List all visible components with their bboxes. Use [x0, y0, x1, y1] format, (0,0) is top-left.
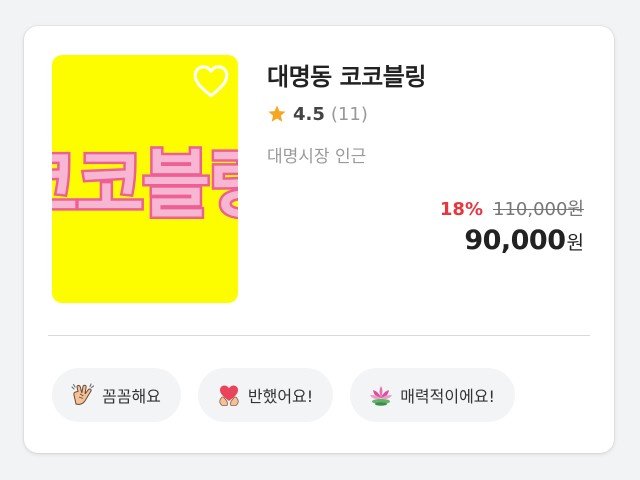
divider — [48, 335, 590, 336]
final-price-unit: 원 — [566, 232, 584, 254]
review-tags: 꼼꼼해요 반했어요! 매력적이에요! — [52, 368, 515, 422]
tag-label: 매력적이에요! — [400, 387, 495, 406]
final-price-value: 90,000 — [464, 225, 566, 256]
review-count: (11) — [330, 103, 368, 125]
star-icon — [268, 105, 286, 122]
tag-love[interactable]: 반했어요! — [197, 368, 334, 422]
location-text: 대명시장 인근 — [267, 147, 367, 167]
price-original-row: 18% 110,000원 — [440, 195, 584, 221]
thumbnail-logo-text: 코코블링 — [52, 142, 238, 228]
rating-value: 4.5 — [293, 103, 325, 125]
favorite-button[interactable] — [192, 64, 230, 98]
tag-label: 꼼꼼해요 — [102, 387, 161, 406]
tag-attractive[interactable]: 매력적이에요! — [350, 368, 515, 422]
product-title[interactable]: 대명동 코코블링 — [267, 57, 426, 92]
heart-hands-icon — [219, 385, 239, 406]
heart-outline-icon — [193, 65, 229, 98]
tag-label: 반했어요! — [247, 387, 314, 406]
rating-row: 4.5 (11) — [267, 102, 368, 126]
lotus-flower-icon — [370, 386, 393, 406]
discount-rate: 18% — [439, 199, 483, 220]
tag-thorough[interactable]: 꼼꼼해요 — [52, 368, 181, 422]
clapping-hands-icon — [71, 383, 95, 406]
original-price: 110,000원 — [493, 199, 584, 220]
product-card[interactable]: 코코블링 대명동 코코블링 4.5 (11) 대명시장 인근 18% 110,0… — [24, 26, 614, 453]
final-price: 90,000 원 — [464, 225, 584, 256]
